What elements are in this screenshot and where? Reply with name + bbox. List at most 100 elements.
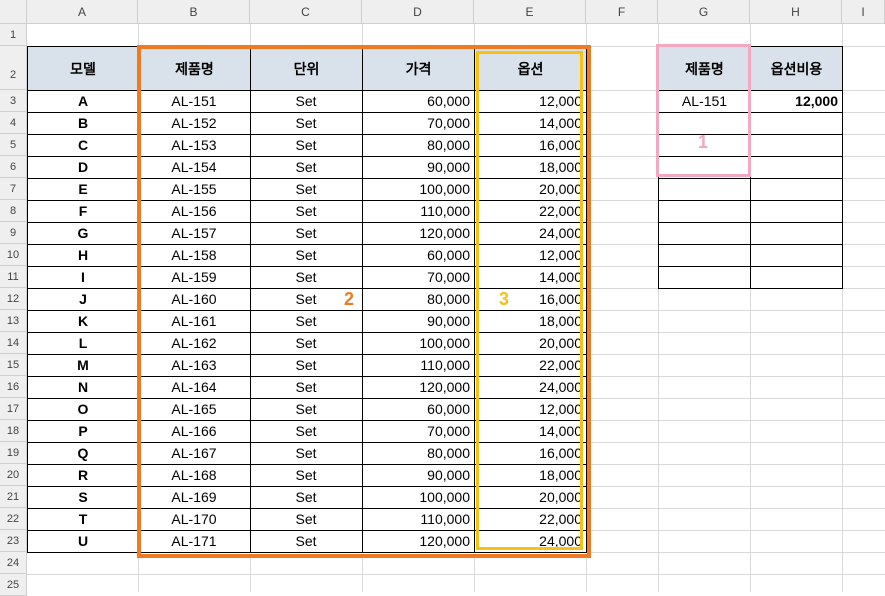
cell-product[interactable]: AL-168 xyxy=(138,464,251,487)
cell-product[interactable]: AL-151 xyxy=(138,90,251,113)
cell-product[interactable]: AL-167 xyxy=(138,442,251,465)
cell-price[interactable]: 110,000 xyxy=(362,200,475,223)
cell-price[interactable]: 120,000 xyxy=(362,222,475,245)
cell-product[interactable]: AL-155 xyxy=(138,178,251,201)
cell-option[interactable]: 16,000 xyxy=(474,288,587,311)
cell-price[interactable]: 90,000 xyxy=(362,156,475,179)
cell-option[interactable]: 14,000 xyxy=(474,420,587,443)
cell-model[interactable]: K xyxy=(27,310,139,333)
cell-product[interactable]: AL-161 xyxy=(138,310,251,333)
cell-unit[interactable]: Set xyxy=(250,332,363,355)
header-price[interactable]: 가격 xyxy=(362,46,475,91)
cell-product[interactable]: AL-162 xyxy=(138,332,251,355)
cell-product[interactable]: AL-153 xyxy=(138,134,251,157)
cell-product[interactable]: AL-163 xyxy=(138,354,251,377)
header-unit[interactable]: 단위 xyxy=(250,46,363,91)
cell-product[interactable]: AL-169 xyxy=(138,486,251,509)
lookup-empty-cell[interactable] xyxy=(658,222,751,245)
cell-model[interactable]: C xyxy=(27,134,139,157)
cell-model[interactable]: S xyxy=(27,486,139,509)
cell-price[interactable]: 100,000 xyxy=(362,178,475,201)
lookup-option-cost-cell[interactable]: 12,000 xyxy=(750,90,843,113)
cell-price[interactable]: 100,000 xyxy=(362,332,475,355)
cell-unit[interactable]: Set xyxy=(250,222,363,245)
cell-unit[interactable]: Set xyxy=(250,134,363,157)
lookup-empty-cell[interactable] xyxy=(750,244,843,267)
cell-model[interactable]: J xyxy=(27,288,139,311)
lookup-product-cell[interactable]: AL-151 xyxy=(658,90,751,113)
cell-option[interactable]: 24,000 xyxy=(474,376,587,399)
cell-option[interactable]: 14,000 xyxy=(474,266,587,289)
cell-unit[interactable]: Set xyxy=(250,90,363,113)
cell-model[interactable]: G xyxy=(27,222,139,245)
cell-option[interactable]: 20,000 xyxy=(474,178,587,201)
cell-model[interactable]: E xyxy=(27,178,139,201)
cell-product[interactable]: AL-154 xyxy=(138,156,251,179)
cell-option[interactable]: 22,000 xyxy=(474,354,587,377)
cell-model[interactable]: Q xyxy=(27,442,139,465)
cell-product[interactable]: AL-158 xyxy=(138,244,251,267)
cell-unit[interactable]: Set xyxy=(250,442,363,465)
cell-price[interactable]: 60,000 xyxy=(362,90,475,113)
cell-model[interactable]: H xyxy=(27,244,139,267)
cell-unit[interactable]: Set xyxy=(250,530,363,553)
cell-unit[interactable]: Set xyxy=(250,178,363,201)
cell-unit[interactable]: Set xyxy=(250,310,363,333)
cell-price[interactable]: 70,000 xyxy=(362,420,475,443)
cell-unit[interactable]: Set xyxy=(250,200,363,223)
cell-unit[interactable]: Set xyxy=(250,376,363,399)
cell-model[interactable]: L xyxy=(27,332,139,355)
cell-unit[interactable]: Set xyxy=(250,266,363,289)
lookup-empty-cell[interactable] xyxy=(658,200,751,223)
cell-model[interactable]: A xyxy=(27,90,139,113)
cell-option[interactable]: 18,000 xyxy=(474,156,587,179)
cell-price[interactable]: 80,000 xyxy=(362,288,475,311)
cell-price[interactable]: 60,000 xyxy=(362,398,475,421)
cell-option[interactable]: 22,000 xyxy=(474,200,587,223)
lookup-header-option-cost[interactable]: 옵션비용 xyxy=(750,46,843,91)
cell-option[interactable]: 16,000 xyxy=(474,442,587,465)
cell-model[interactable]: F xyxy=(27,200,139,223)
cell-product[interactable]: AL-164 xyxy=(138,376,251,399)
cell-model[interactable]: T xyxy=(27,508,139,531)
cell-product[interactable]: AL-170 xyxy=(138,508,251,531)
cell-price[interactable]: 80,000 xyxy=(362,134,475,157)
cell-price[interactable]: 60,000 xyxy=(362,244,475,267)
cell-unit[interactable]: Set xyxy=(250,354,363,377)
cell-price[interactable]: 70,000 xyxy=(362,112,475,135)
cell-option[interactable]: 20,000 xyxy=(474,486,587,509)
cell-model[interactable]: P xyxy=(27,420,139,443)
cell-unit[interactable]: Set xyxy=(250,112,363,135)
cell-option[interactable]: 16,000 xyxy=(474,134,587,157)
cell-price[interactable]: 110,000 xyxy=(362,354,475,377)
cell-price[interactable]: 70,000 xyxy=(362,266,475,289)
cell-option[interactable]: 14,000 xyxy=(474,112,587,135)
cell-price[interactable]: 100,000 xyxy=(362,486,475,509)
cell-model[interactable]: D xyxy=(27,156,139,179)
cell-option[interactable]: 12,000 xyxy=(474,90,587,113)
cell-model[interactable]: I xyxy=(27,266,139,289)
lookup-empty-cell[interactable] xyxy=(750,134,843,157)
lookup-empty-cell[interactable] xyxy=(750,222,843,245)
lookup-empty-cell[interactable] xyxy=(750,200,843,223)
cell-product[interactable]: AL-157 xyxy=(138,222,251,245)
lookup-empty-cell[interactable] xyxy=(658,178,751,201)
cell-model[interactable]: O xyxy=(27,398,139,421)
header-option[interactable]: 옵션 xyxy=(474,46,587,91)
lookup-empty-cell[interactable] xyxy=(750,266,843,289)
lookup-empty-cell[interactable] xyxy=(750,112,843,135)
lookup-empty-cell[interactable] xyxy=(750,156,843,179)
cell-unit[interactable]: Set xyxy=(250,420,363,443)
lookup-empty-cell[interactable] xyxy=(658,244,751,267)
cell-price[interactable]: 80,000 xyxy=(362,442,475,465)
lookup-empty-cell[interactable] xyxy=(750,178,843,201)
cell-model[interactable]: U xyxy=(27,530,139,553)
cell-model[interactable]: B xyxy=(27,112,139,135)
cell-model[interactable]: N xyxy=(27,376,139,399)
header-product-name[interactable]: 제품명 xyxy=(138,46,251,91)
cell-price[interactable]: 110,000 xyxy=(362,508,475,531)
cell-option[interactable]: 12,000 xyxy=(474,398,587,421)
cell-option[interactable]: 18,000 xyxy=(474,310,587,333)
cell-option[interactable]: 18,000 xyxy=(474,464,587,487)
cell-product[interactable]: AL-160 xyxy=(138,288,251,311)
